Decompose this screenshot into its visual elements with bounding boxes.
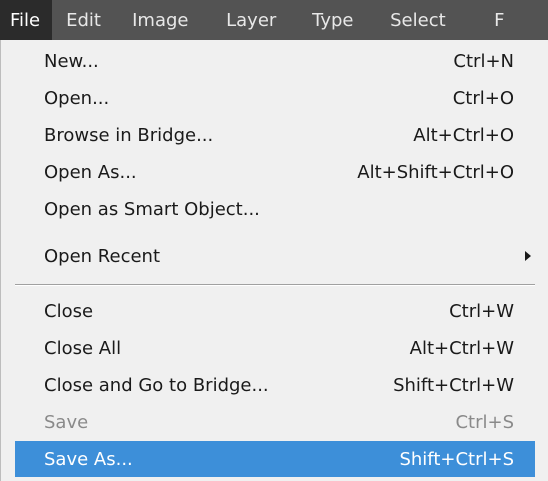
menu-file[interactable]: File: [0, 0, 53, 40]
menu-item-save: Save Ctrl+S: [1, 404, 548, 440]
menu-item-label: Close and Go to Bridge...: [44, 374, 269, 396]
menu-item-close-and-go-to-bridge[interactable]: Close and Go to Bridge... Shift+Ctrl+W: [1, 367, 548, 403]
menu-item-shortcut: Ctrl+N: [453, 50, 514, 72]
menu-item-shortcut: Ctrl+W: [449, 300, 514, 322]
menu-item-shortcut: Shift+Ctrl+S: [399, 448, 514, 470]
menu-item-open-as[interactable]: Open As... Alt+Shift+Ctrl+O: [1, 154, 548, 190]
menu-item-label: Close All: [44, 337, 122, 359]
menu-item-shortcut: Alt+Ctrl+O: [413, 124, 514, 146]
menu-item-shortcut: Ctrl+O: [452, 87, 514, 109]
menu-layer[interactable]: Layer: [214, 0, 302, 40]
menu-item-open-recent[interactable]: Open Recent: [1, 238, 548, 274]
menu-item-label: Browse in Bridge...: [44, 124, 214, 146]
menu-item-browse-in-bridge[interactable]: Browse in Bridge... Alt+Ctrl+O: [1, 117, 548, 153]
menu-filter[interactable]: F: [482, 0, 504, 40]
menu-item-shortcut: Shift+Ctrl+W: [393, 374, 514, 396]
menu-item-close[interactable]: Close Ctrl+W: [1, 293, 548, 329]
menu-item-close-all[interactable]: Close All Alt+Ctrl+W: [1, 330, 548, 366]
menu-item-label: Open Recent: [44, 245, 161, 267]
menu-edit[interactable]: Edit: [52, 0, 118, 40]
menu-item-label: Open as Smart Object...: [44, 198, 260, 220]
menu-item-shortcut: Alt+Shift+Ctrl+O: [357, 161, 514, 183]
submenu-arrow-icon: [525, 251, 531, 261]
menu-separator: [15, 284, 535, 286]
menu-item-shortcut: Alt+Ctrl+W: [409, 337, 514, 359]
menu-bar: File Edit Image Layer Type Select F: [0, 0, 548, 40]
menu-item-label: Save As...: [44, 448, 133, 470]
menu-select[interactable]: Select: [380, 0, 482, 40]
menu-item-open-as-smart-object[interactable]: Open as Smart Object...: [1, 191, 548, 227]
menu-item-label: Save: [44, 411, 89, 433]
menu-item-label: Open As...: [44, 161, 137, 183]
menu-type[interactable]: Type: [302, 0, 380, 40]
menu-image[interactable]: Image: [118, 0, 214, 40]
menu-item-save-as[interactable]: Save As... Shift+Ctrl+S: [15, 441, 535, 477]
menu-item-label: Close: [44, 300, 94, 322]
file-menu-dropdown: New... Ctrl+N Open... Ctrl+O Browse in B…: [0, 40, 548, 481]
menu-item-open[interactable]: Open... Ctrl+O: [1, 80, 548, 116]
menu-item-new[interactable]: New... Ctrl+N: [1, 43, 548, 79]
menu-item-label: Open...: [44, 87, 110, 109]
menu-item-shortcut: Ctrl+S: [455, 411, 514, 433]
menu-item-label: New...: [44, 50, 99, 72]
